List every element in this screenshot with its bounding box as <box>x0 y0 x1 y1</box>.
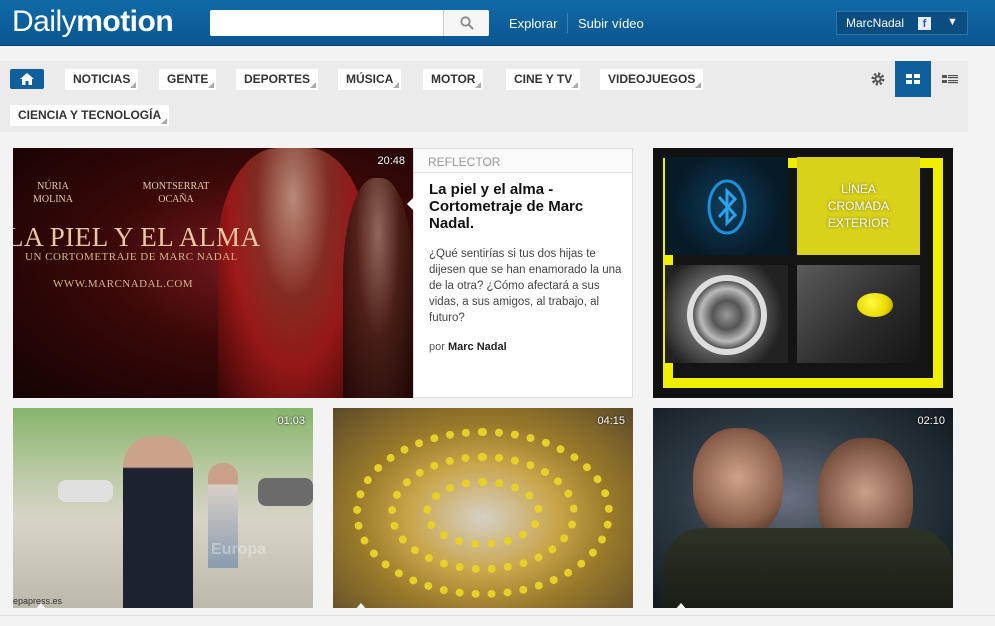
gear-icon <box>871 72 885 86</box>
ad-text: LÍNEA CROMADA EXTERIOR <box>797 181 920 232</box>
corner-triangle-icon <box>475 82 482 88</box>
category-gente[interactable]: GENTE <box>159 69 217 90</box>
byline-prefix: por <box>429 341 445 353</box>
corner-triangle-icon <box>208 82 215 88</box>
poster-title: LA PIEL Y EL ALMA <box>13 222 261 252</box>
video-tile[interactable]: Europa epapress.es 01:03 <box>13 408 313 608</box>
corner-triangle-icon <box>130 82 137 88</box>
poster-actor-2: MONTSERRAT OCAÑA <box>131 180 221 206</box>
poster-actor-2-first: MONTSERRAT <box>142 181 210 192</box>
corner-triangle-icon <box>695 82 702 88</box>
featured-video: NÚRIA MOLINA MONTSERRAT OCAÑA LA PIEL Y … <box>13 148 633 398</box>
poster-subtitle: UN CORTOMETRAJE DE MARC NADAL <box>25 251 238 263</box>
ad-text-line-3: EXTERIOR <box>827 216 890 230</box>
ad-door-panel <box>797 265 920 363</box>
video-duration: 04:15 <box>597 415 625 427</box>
thumbnail-car <box>258 478 313 506</box>
grid-view-button[interactable] <box>895 61 931 97</box>
thumbnail-figure <box>663 528 953 608</box>
category-noticias[interactable]: NOTICIAS <box>65 69 139 90</box>
user-name: MarcNadal <box>846 16 905 30</box>
poster-actor-2-last: OCAÑA <box>158 194 194 205</box>
featured-label: REFLECTOR <box>414 149 632 173</box>
category-label: MÚSICA <box>346 72 394 86</box>
view-tools <box>858 61 968 97</box>
corner-triangle-icon <box>310 82 317 88</box>
category-videojuegos[interactable]: VIDEOJUEGOS <box>600 69 704 90</box>
category-musica[interactable]: MÚSICA <box>338 69 402 90</box>
nav-separator <box>567 13 568 33</box>
search-input[interactable] <box>210 10 443 36</box>
door-handle-image <box>857 293 893 317</box>
category-cine-y-tv[interactable]: CINE Y TV <box>506 69 581 90</box>
category-label: CIENCIA Y TECNOLOGÍA <box>18 108 162 122</box>
category-ciencia-y-tecnologia[interactable]: CIENCIA Y TECNOLOGÍA <box>10 105 170 126</box>
thumbnail-figure <box>343 178 413 398</box>
home-icon <box>20 73 34 85</box>
nav-upload-link[interactable]: Subir vídeo <box>578 16 644 32</box>
author-link[interactable]: Marc Nadal <box>448 341 507 353</box>
facebook-icon: f <box>918 17 931 30</box>
corner-triangle-icon <box>393 82 400 88</box>
top-bar: Dailymotion Explorar Subir vídeo MarcNad… <box>0 0 995 46</box>
nav-explore-link[interactable]: Explorar <box>509 16 557 32</box>
home-button[interactable] <box>10 69 44 89</box>
search-icon <box>460 16 474 30</box>
bottom-strip <box>0 608 995 626</box>
bluetooth-icon <box>707 179 747 235</box>
advertisement[interactable]: LÍNEA CROMADA EXTERIOR <box>653 148 953 398</box>
featured-description: ¿Qué sentirías si tus dos hijas te dijes… <box>429 248 622 324</box>
category-label: DEPORTES <box>244 72 311 86</box>
settings-button[interactable] <box>860 61 896 97</box>
ad-text-line-1: LÍNEA <box>841 182 876 196</box>
thumbnail-figure <box>123 436 193 608</box>
video-duration: 20:48 <box>377 155 405 167</box>
category-label: CINE Y TV <box>514 72 573 86</box>
category-label: MOTOR <box>431 72 476 86</box>
panel-pointer <box>407 197 414 211</box>
logo-part-2: motion <box>76 5 174 38</box>
video-duration: 02:10 <box>917 415 945 427</box>
wheel-image <box>687 275 767 355</box>
poster-actor-1-last: MOLINA <box>33 194 73 205</box>
search-box <box>210 10 489 36</box>
search-button[interactable] <box>443 10 489 36</box>
list-view-icon <box>942 75 958 84</box>
featured-byline: por Marc Nadal <box>429 341 507 353</box>
dailymotion-page: Dailymotion Explorar Subir vídeo MarcNad… <box>0 0 995 626</box>
category-motor[interactable]: MOTOR <box>423 69 484 90</box>
video-duration: 01:03 <box>277 415 305 427</box>
ad-text-line-2: CROMADA <box>827 199 890 213</box>
category-label: NOTICIAS <box>73 72 131 86</box>
list-view-button[interactable] <box>931 61 967 97</box>
grid-view-icon <box>906 74 920 84</box>
poster-actor-1-first: NÚRIA <box>37 181 69 192</box>
thumbnail-watermark: Europa <box>211 541 267 558</box>
video-tile[interactable]: 02:10 <box>653 408 953 608</box>
corner-triangle-icon <box>572 82 579 88</box>
video-tile[interactable]: 04:15 <box>333 408 633 608</box>
category-deportes[interactable]: DEPORTES <box>236 69 319 90</box>
featured-thumbnail[interactable]: NÚRIA MOLINA MONTSERRAT OCAÑA LA PIEL Y … <box>13 148 413 398</box>
poster-url: WWW.MARCNADAL.COM <box>53 278 194 290</box>
thumbnail-car <box>58 480 113 502</box>
category-label: GENTE <box>167 72 209 86</box>
bottom-divider <box>0 615 995 616</box>
logo-part-1: Daily <box>12 5 77 38</box>
category-label: VIDEOJUEGOS <box>608 72 696 86</box>
ad-wheel-panel <box>665 265 788 363</box>
featured-title-link[interactable]: La piel y el alma - Cortometraje de Marc… <box>429 181 624 232</box>
corner-triangle-icon <box>161 118 168 124</box>
chevron-down-icon[interactable]: ▼ <box>947 16 958 28</box>
user-menu[interactable]: MarcNadal f ▼ <box>836 11 968 35</box>
poster-actor-1: NÚRIA MOLINA <box>31 180 75 206</box>
dailymotion-logo[interactable]: Dailymotion <box>12 4 174 40</box>
thumbnail-figure <box>693 428 783 538</box>
category-bar: NOTICIAS GENTE DEPORTES MÚSICA MOTOR CIN… <box>0 61 968 132</box>
featured-info-panel: REFLECTOR La piel y el alma - Cortometra… <box>407 148 633 398</box>
thumbnail-ring <box>423 478 543 548</box>
ad-bluetooth-panel <box>665 157 788 255</box>
ad-chrome-panel: LÍNEA CROMADA EXTERIOR <box>797 157 920 255</box>
